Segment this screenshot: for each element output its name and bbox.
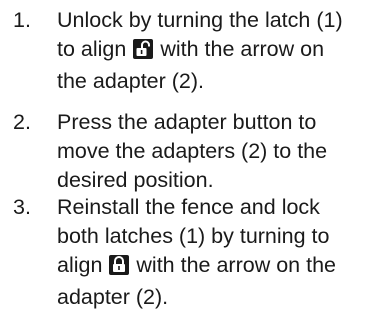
text-run: Reinstall the fence and lock	[57, 195, 320, 219]
text-run: move the adapters (2) to the	[57, 139, 328, 163]
step-line: align with the arrow on the	[57, 251, 375, 283]
text-run: desired position.	[57, 168, 214, 192]
step-line: adapter (2).	[57, 283, 375, 312]
step-line: move the adapters (2) to the	[57, 137, 375, 166]
text-run: adapter (2).	[57, 285, 169, 309]
step-text: Press the adapter button to move the ada…	[57, 108, 375, 195]
text-run: both latches (1) by turning to	[57, 224, 330, 248]
step-line: the adapter (2).	[57, 67, 375, 96]
step-line: desired position.	[57, 166, 375, 195]
locked-padlock-icon	[109, 254, 130, 283]
text-run: to align	[57, 37, 127, 61]
text-run: Press the adapter button to	[57, 110, 317, 134]
step-line: both latches (1) by turning to	[57, 222, 375, 251]
text-run: with the arrow on the	[136, 253, 336, 277]
text-run: Unlock by turning the latch (1)	[57, 8, 343, 32]
text-run: align	[57, 253, 103, 277]
step-line: Reinstall the fence and lock	[57, 193, 375, 222]
step-number: 1.	[13, 8, 31, 32]
step-line: Unlock by turning the latch (1)	[57, 6, 375, 35]
text-run: with the arrow on	[160, 37, 325, 61]
step-text: Unlock by turning the latch (1) to align…	[57, 6, 375, 96]
step-line: to align with the arrow on	[57, 35, 375, 67]
step-number: 3.	[13, 195, 31, 219]
step-text: Reinstall the fence and lock both latche…	[57, 193, 375, 312]
unlocked-padlock-icon	[133, 38, 154, 67]
step-line: Press the adapter button to	[57, 108, 375, 137]
step-number: 2.	[13, 110, 31, 134]
text-run: the adapter (2).	[57, 69, 205, 93]
